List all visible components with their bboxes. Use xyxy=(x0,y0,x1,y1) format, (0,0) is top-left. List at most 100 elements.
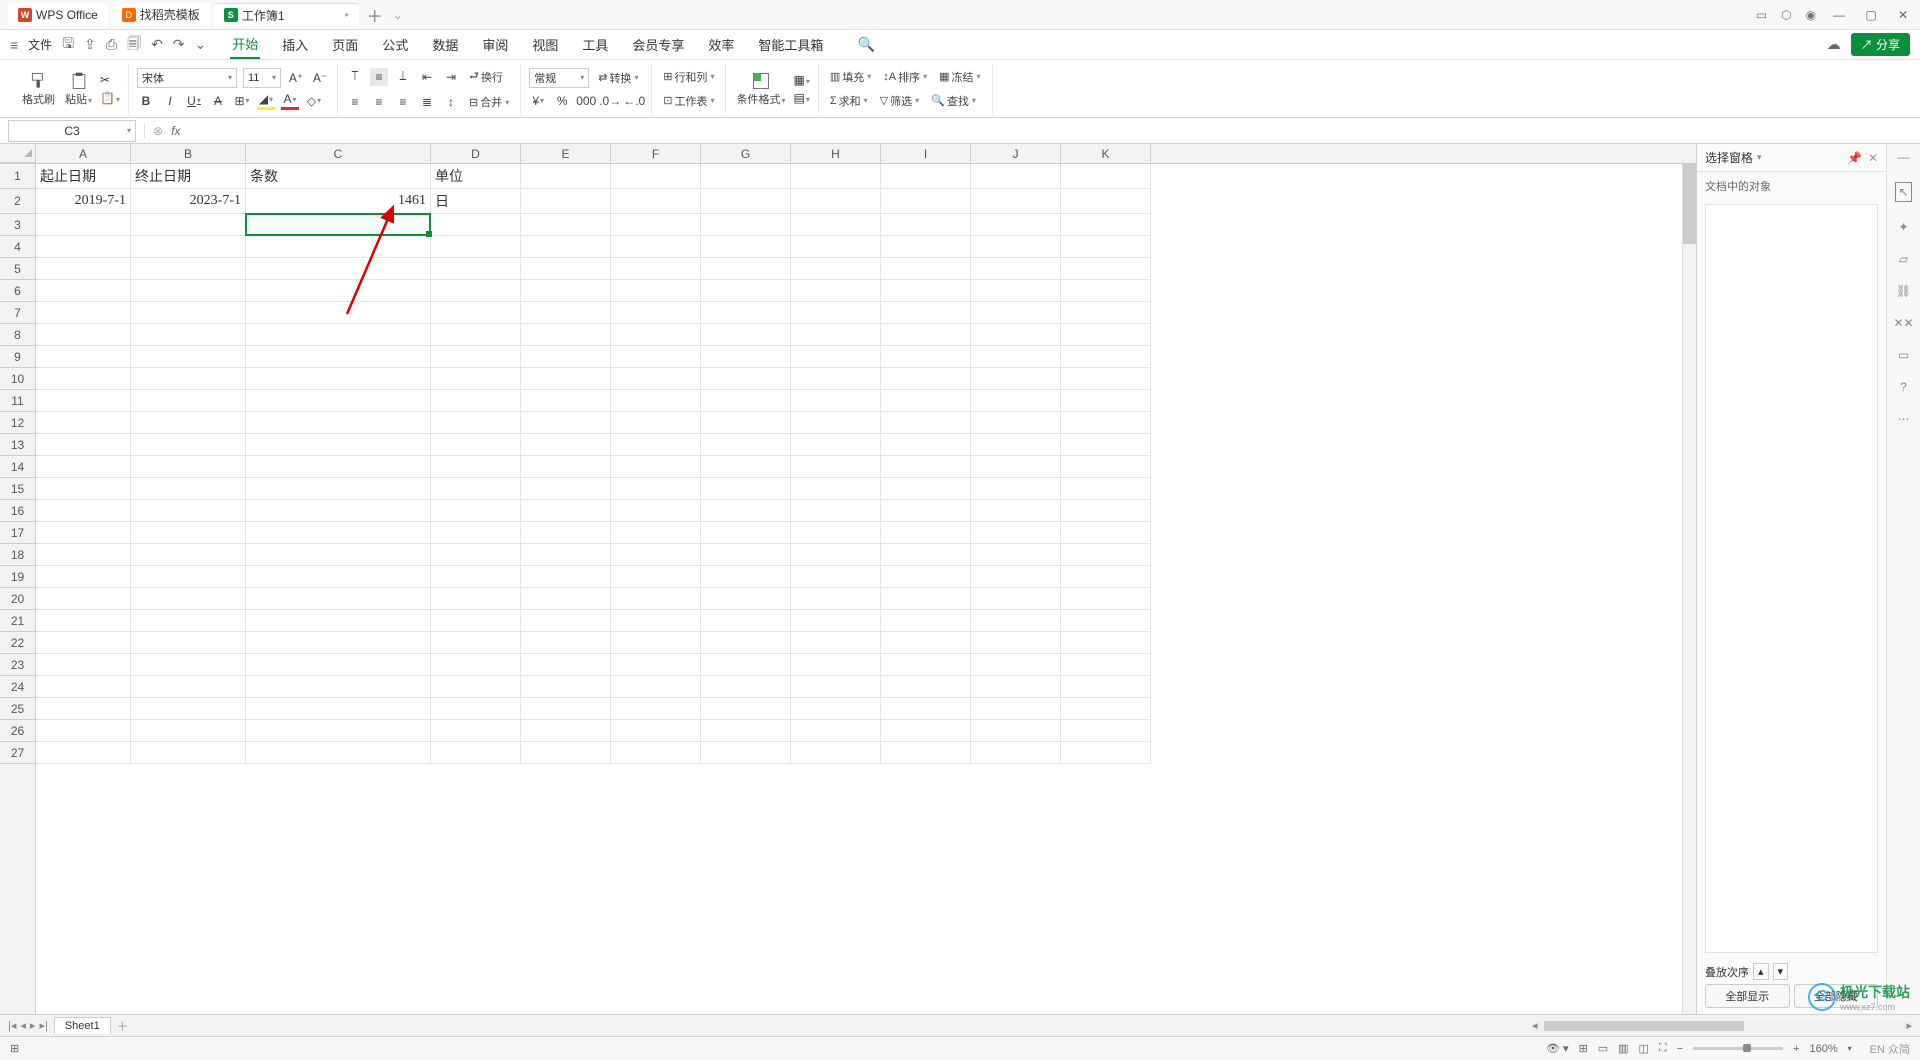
cell-I4[interactable] xyxy=(881,236,971,258)
filter-button[interactable]: ▽ 筛选▾ xyxy=(877,91,922,111)
cell-E9[interactable] xyxy=(521,346,611,368)
cell-C21[interactable] xyxy=(246,610,431,632)
cell-J20[interactable] xyxy=(971,588,1061,610)
cell-C14[interactable] xyxy=(246,456,431,478)
cell-style-button[interactable]: ▤▾ xyxy=(793,91,809,105)
panel-object-list[interactable] xyxy=(1705,204,1878,953)
cell-A25[interactable] xyxy=(36,698,131,720)
cell-E21[interactable] xyxy=(521,610,611,632)
cell-B7[interactable] xyxy=(131,302,246,324)
row-header-22[interactable]: 22 xyxy=(0,632,35,654)
cell-A20[interactable] xyxy=(36,588,131,610)
cell-K13[interactable] xyxy=(1061,434,1151,456)
col-header-I[interactable]: I xyxy=(881,144,971,163)
print-preview-icon[interactable]: 🗐 xyxy=(127,33,141,57)
templates-tab[interactable]: D 找稻壳模板 xyxy=(112,3,210,27)
cell-I27[interactable] xyxy=(881,742,971,764)
cell-H3[interactable] xyxy=(791,214,881,236)
cell-I23[interactable] xyxy=(881,654,971,676)
cell-D26[interactable] xyxy=(431,720,521,742)
cell-C15[interactable] xyxy=(246,478,431,500)
tab-review[interactable]: 审阅 xyxy=(480,31,510,58)
decrease-font-button[interactable]: A⁻ xyxy=(311,69,329,87)
view-page-icon[interactable]: ▥ xyxy=(1618,1042,1628,1055)
cell-B18[interactable] xyxy=(131,544,246,566)
cell-D14[interactable] xyxy=(431,456,521,478)
cell-H12[interactable] xyxy=(791,412,881,434)
cell-A21[interactable] xyxy=(36,610,131,632)
cell-I3[interactable] xyxy=(881,214,971,236)
tab-data[interactable]: 数据 xyxy=(430,31,460,58)
tab-page[interactable]: 页面 xyxy=(330,31,360,58)
cell-E27[interactable] xyxy=(521,742,611,764)
zoom-in-button[interactable]: + xyxy=(1793,1043,1799,1055)
cell-D25[interactable] xyxy=(431,698,521,720)
cell-J24[interactable] xyxy=(971,676,1061,698)
cell-K1[interactable] xyxy=(1061,164,1151,189)
cell-G12[interactable] xyxy=(701,412,791,434)
cell-G11[interactable] xyxy=(701,390,791,412)
undo-icon[interactable]: ↶ xyxy=(151,36,163,53)
cell-A4[interactable] xyxy=(36,236,131,258)
cell-B14[interactable] xyxy=(131,456,246,478)
cell-B2[interactable]: 2023-7-1 xyxy=(131,189,246,214)
row-header-17[interactable]: 17 xyxy=(0,522,35,544)
cell-C11[interactable] xyxy=(246,390,431,412)
cell-B16[interactable] xyxy=(131,500,246,522)
spreadsheet-grid[interactable]: ABCDEFGHIJK 1234567891011121314151617181… xyxy=(0,144,1696,1014)
window-maximize-button[interactable]: ▢ xyxy=(1862,8,1880,22)
cell-J2[interactable] xyxy=(971,189,1061,214)
cell-G5[interactable] xyxy=(701,258,791,280)
cell-D2[interactable]: 日 xyxy=(431,189,521,214)
chevron-down-icon[interactable]: ▾ xyxy=(1848,1044,1852,1053)
screen-icon[interactable]: ▭ xyxy=(1898,348,1909,362)
sheet-next-button[interactable]: ▸ xyxy=(30,1019,36,1032)
sheet-last-button[interactable]: ▸| xyxy=(39,1019,47,1032)
row-header-5[interactable]: 5 xyxy=(0,258,35,280)
cell-G23[interactable] xyxy=(701,654,791,676)
print-icon[interactable]: ⎙ xyxy=(106,36,117,53)
fullscreen-icon[interactable]: ⛶ xyxy=(1659,1042,1667,1055)
cell-I17[interactable] xyxy=(881,522,971,544)
cell-H9[interactable] xyxy=(791,346,881,368)
cell-B27[interactable] xyxy=(131,742,246,764)
cell-G20[interactable] xyxy=(701,588,791,610)
grid-icon-1[interactable]: ⊞ xyxy=(1578,1042,1587,1055)
minimize-pane-icon[interactable]: — xyxy=(1898,150,1910,164)
cell-B21[interactable] xyxy=(131,610,246,632)
fill-button[interactable]: ▥ 填充▾ xyxy=(827,67,874,87)
cell-J6[interactable] xyxy=(971,280,1061,302)
new-tab-button[interactable]: ＋ xyxy=(363,3,387,27)
cell-K20[interactable] xyxy=(1061,588,1151,610)
link-icon[interactable]: ⛓ xyxy=(1896,284,1911,298)
cell-B11[interactable] xyxy=(131,390,246,412)
more-icon[interactable]: ⋯ xyxy=(1898,412,1910,426)
cell-H27[interactable] xyxy=(791,742,881,764)
cell-C5[interactable] xyxy=(246,258,431,280)
cell-D15[interactable] xyxy=(431,478,521,500)
cell-F5[interactable] xyxy=(611,258,701,280)
cell-E24[interactable] xyxy=(521,676,611,698)
find-button[interactable]: 🔍 查找▾ xyxy=(928,91,979,111)
currency-button[interactable]: ¥▾ xyxy=(529,92,547,110)
align-justify-button[interactable]: ≣ xyxy=(418,93,436,111)
cell-A9[interactable] xyxy=(36,346,131,368)
worksheet-button[interactable]: ⊡ 工作表▾ xyxy=(660,91,717,111)
cell-I20[interactable] xyxy=(881,588,971,610)
cell-A18[interactable] xyxy=(36,544,131,566)
cell-F1[interactable] xyxy=(611,164,701,189)
cell-J13[interactable] xyxy=(971,434,1061,456)
cell-C1[interactable]: 条数 xyxy=(246,164,431,189)
select-all-corner[interactable] xyxy=(0,144,36,163)
cell-A2[interactable]: 2019-7-1 xyxy=(36,189,131,214)
user-avatar-icon[interactable]: ◉ xyxy=(1806,8,1816,22)
cell-E26[interactable] xyxy=(521,720,611,742)
row-header-27[interactable]: 27 xyxy=(0,742,35,764)
cell-G8[interactable] xyxy=(701,324,791,346)
cell-A1[interactable]: 起止日期 xyxy=(36,164,131,189)
merge-button[interactable]: ⊟ 合并▾ xyxy=(466,92,512,112)
col-header-B[interactable]: B xyxy=(131,144,246,163)
cell-G17[interactable] xyxy=(701,522,791,544)
cell-C19[interactable] xyxy=(246,566,431,588)
thousands-button[interactable]: 000 xyxy=(577,92,595,110)
